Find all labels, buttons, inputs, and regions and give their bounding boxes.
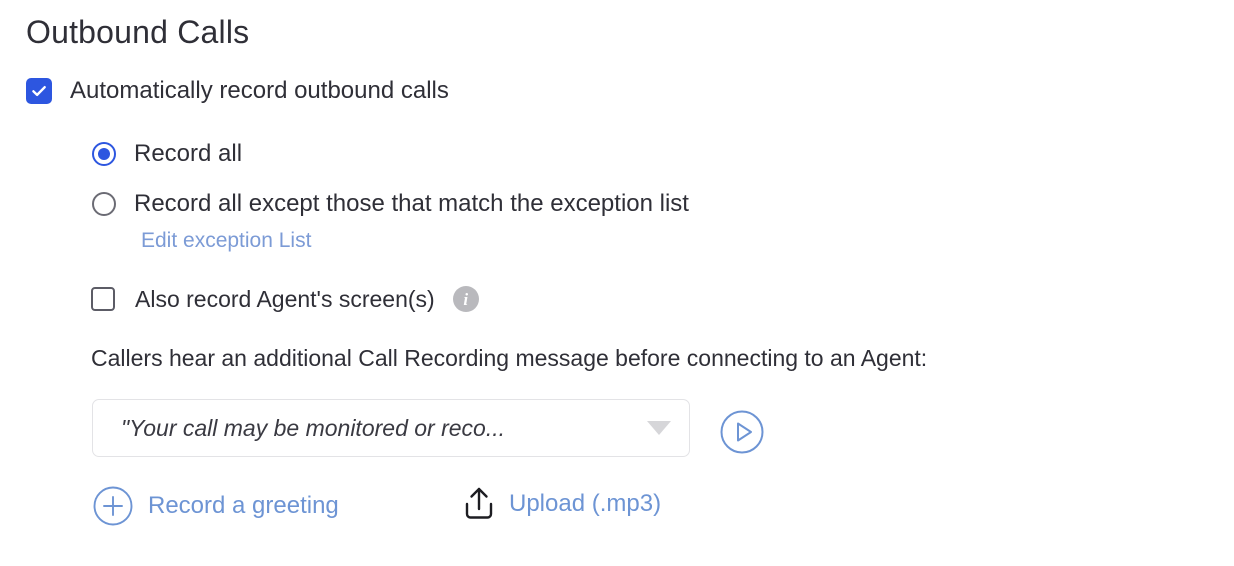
- record-screen-label: Also record Agent's screen(s): [135, 286, 435, 312]
- record-screen-row[interactable]: Also record Agent's screen(s) i: [91, 284, 479, 314]
- auto-record-label: Automatically record outbound calls: [70, 77, 449, 104]
- edit-exception-list-link[interactable]: Edit exception List: [141, 227, 311, 255]
- info-icon[interactable]: i: [452, 286, 479, 312]
- record-greeting-label: Record a greeting: [148, 492, 339, 519]
- radio-record-all[interactable]: [92, 142, 116, 166]
- upload-mp3-button[interactable]: Upload (.mp3): [461, 485, 661, 523]
- outbound-calls-panel: Outbound Calls Automatically record outb…: [0, 0, 1234, 566]
- radio-record-all-except-label: Record all except those that match the e…: [134, 190, 689, 217]
- radio-record-all-label: Record all: [134, 140, 243, 167]
- upload-icon: [461, 485, 497, 523]
- upload-label: Upload (.mp3): [509, 490, 662, 517]
- record-screen-checkbox[interactable]: [91, 287, 115, 311]
- radio-record-all-except[interactable]: [92, 192, 116, 216]
- auto-record-checkbox[interactable]: [26, 78, 52, 104]
- greeting-dropdown[interactable]: "Your call may be monitored or reco...: [92, 399, 690, 457]
- record-except-row[interactable]: Record all except those that match the e…: [92, 189, 689, 219]
- chevron-down-icon[interactable]: [647, 421, 671, 435]
- greeting-description: Callers hear an additional Call Recordin…: [91, 345, 928, 371]
- record-all-row[interactable]: Record all: [92, 139, 242, 169]
- plus-circle-icon: [92, 485, 134, 527]
- record-greeting-button[interactable]: Record a greeting: [92, 485, 339, 527]
- greeting-dropdown-value: "Your call may be monitored or reco...: [121, 415, 506, 441]
- auto-record-row[interactable]: Automatically record outbound calls: [26, 76, 449, 106]
- page-title: Outbound Calls: [26, 14, 250, 50]
- play-icon[interactable]: [719, 409, 765, 455]
